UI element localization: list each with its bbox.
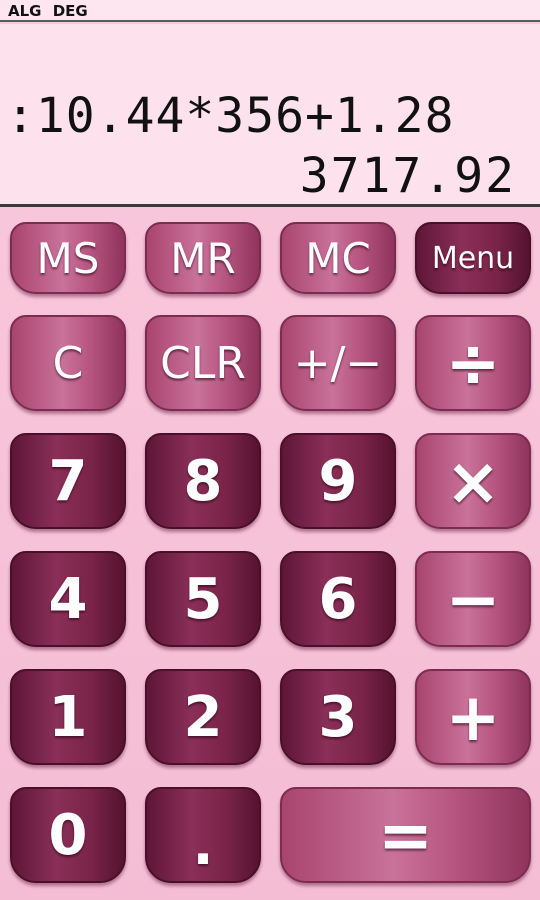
expression-text: :10.44*356+1.28 bbox=[6, 88, 455, 144]
digit-2-button[interactable]: 2 bbox=[145, 669, 261, 765]
digit-4-label: 4 bbox=[48, 566, 88, 632]
decimal-point-label: . bbox=[192, 812, 214, 878]
digit-9-button[interactable]: 9 bbox=[280, 433, 396, 529]
digit-5-button[interactable]: 5 bbox=[145, 551, 261, 647]
angle-unit-indicator: DEG bbox=[52, 2, 88, 20]
digit-7-button[interactable]: 7 bbox=[10, 433, 126, 529]
digit-2-label: 2 bbox=[183, 684, 223, 750]
digit-9-label: 9 bbox=[318, 448, 358, 514]
divide-icon: ÷ bbox=[445, 324, 501, 402]
digit-8-button[interactable]: 8 bbox=[145, 433, 261, 529]
digit-5-label: 5 bbox=[183, 566, 223, 632]
memory-clear-label: MC bbox=[305, 233, 371, 283]
calculator-display: :10.44*356+1.28 3717.92 bbox=[0, 24, 540, 207]
plus-icon: + bbox=[445, 678, 501, 756]
calc-mode-indicator: ALG bbox=[8, 2, 42, 20]
digit-4-button[interactable]: 4 bbox=[10, 551, 126, 647]
clear-all-button[interactable]: CLR bbox=[145, 315, 261, 411]
equals-icon: = bbox=[377, 796, 434, 874]
memory-store-label: MS bbox=[36, 233, 100, 283]
clear-entry-button[interactable]: C bbox=[10, 315, 126, 411]
result-text: 3717.92 bbox=[299, 148, 516, 204]
menu-label: Menu bbox=[431, 240, 515, 276]
digit-6-label: 6 bbox=[318, 566, 358, 632]
menu-button[interactable]: Menu bbox=[415, 222, 531, 294]
clear-entry-label: C bbox=[52, 337, 84, 389]
digit-0-label: 0 bbox=[48, 802, 88, 868]
multiply-button[interactable]: × bbox=[415, 433, 531, 529]
digit-3-button[interactable]: 3 bbox=[280, 669, 396, 765]
digit-7-label: 7 bbox=[48, 448, 88, 514]
memory-clear-button[interactable]: MC bbox=[280, 222, 396, 294]
digit-8-label: 8 bbox=[183, 448, 223, 514]
status-bar: ALG DEG bbox=[0, 0, 540, 22]
minus-button[interactable]: − bbox=[415, 551, 531, 647]
equals-button[interactable]: = bbox=[280, 787, 531, 883]
digit-1-button[interactable]: 1 bbox=[10, 669, 126, 765]
minus-icon: − bbox=[445, 560, 501, 638]
memory-recall-label: MR bbox=[170, 233, 236, 283]
digit-3-label: 3 bbox=[318, 684, 358, 750]
keypad: MS MR MC Menu C CLR +/− ÷ 7 8 9 × 4 5 6 … bbox=[0, 207, 540, 900]
decimal-point-button[interactable]: . bbox=[145, 787, 261, 883]
plus-button[interactable]: + bbox=[415, 669, 531, 765]
sign-toggle-button[interactable]: +/− bbox=[280, 315, 396, 411]
clear-all-label: CLR bbox=[160, 337, 246, 389]
digit-0-button[interactable]: 0 bbox=[10, 787, 126, 883]
divide-button[interactable]: ÷ bbox=[415, 315, 531, 411]
digit-6-button[interactable]: 6 bbox=[280, 551, 396, 647]
memory-recall-button[interactable]: MR bbox=[145, 222, 261, 294]
memory-store-button[interactable]: MS bbox=[10, 222, 126, 294]
digit-1-label: 1 bbox=[48, 684, 88, 750]
multiply-icon: × bbox=[445, 442, 501, 520]
sign-toggle-label: +/− bbox=[293, 337, 383, 389]
